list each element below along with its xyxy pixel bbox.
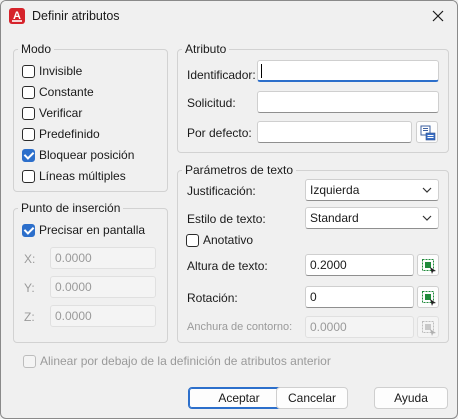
lineas-multiples-checkbox-box: [22, 169, 35, 183]
z-value: 0.0000: [55, 309, 92, 323]
ayuda-button[interactable]: Ayuda: [374, 387, 448, 409]
anotativo-checkbox-box: [186, 233, 199, 247]
justificacion-value: Izquierda: [310, 183, 360, 197]
precisar-label: Precisar en pantalla: [39, 223, 146, 237]
solicitud-input[interactable]: [257, 91, 439, 113]
lineas-multiples-checkbox[interactable]: Líneas múltiples: [22, 168, 126, 184]
anotativo-checkbox[interactable]: Anotativo: [186, 232, 253, 248]
pick-height-button[interactable]: [417, 254, 439, 276]
predefinido-label: Predefinido: [39, 127, 100, 141]
close-button[interactable]: [419, 1, 457, 31]
cancelar-button[interactable]: Cancelar: [276, 387, 348, 409]
estilo-texto-select[interactable]: Standard: [305, 207, 439, 229]
anchura-contorno-label: Anchura de contorno:: [187, 321, 293, 333]
anotativo-label: Anotativo: [203, 233, 254, 247]
anchura-contorno-value: 0.0000: [310, 320, 347, 334]
lineas-multiples-label: Líneas múltiples: [39, 169, 126, 183]
constante-checkbox[interactable]: Constante: [22, 84, 94, 100]
rotacion-value: 0: [310, 290, 317, 304]
invisible-label: Invisible: [39, 64, 83, 78]
alinear-checkbox[interactable]: Alinear por debajo de la definición de a…: [23, 353, 331, 369]
verificar-checkbox-box: [22, 106, 35, 120]
bloquear-posicion-label: Bloquear posición: [39, 148, 135, 162]
y-input[interactable]: 0.0000: [50, 276, 156, 298]
rotacion-input[interactable]: 0: [305, 286, 414, 308]
autocad-app-icon: A: [9, 8, 25, 24]
attribute-legend: Atributo: [182, 42, 230, 56]
x-label: X:: [24, 252, 36, 266]
bloquear-posicion-checkbox[interactable]: Bloquear posición: [22, 147, 134, 163]
rotacion-label: Rotación:: [187, 291, 238, 305]
close-icon: [432, 10, 444, 22]
invisible-checkbox[interactable]: Invisible: [22, 63, 82, 79]
por-defecto-input[interactable]: [257, 121, 412, 143]
pick-point-icon: [422, 259, 436, 274]
bloquear-posicion-checkbox-box: [22, 148, 35, 162]
z-label: Z:: [24, 310, 35, 324]
justificacion-select[interactable]: Izquierda: [305, 179, 439, 201]
z-input[interactable]: 0.0000: [50, 305, 156, 327]
verificar-checkbox[interactable]: Verificar: [22, 105, 82, 121]
altura-texto-label: Altura de texto:: [187, 259, 268, 273]
text-caret: [261, 64, 262, 78]
predefinido-checkbox[interactable]: Predefinido: [22, 126, 100, 142]
precisar-checkbox-box: [22, 223, 35, 237]
window-title: Definir atributos: [32, 9, 120, 23]
estilo-texto-label: Estilo de texto:: [187, 212, 266, 226]
alinear-label: Alinear por debajo de la definición de a…: [40, 354, 331, 368]
y-label: Y:: [24, 281, 35, 295]
constante-label: Constante: [39, 85, 94, 99]
estilo-texto-value: Standard: [310, 211, 359, 225]
pick-point-icon: [422, 291, 436, 306]
pick-rotation-button[interactable]: [417, 286, 439, 308]
justificacion-label: Justificación:: [187, 184, 256, 198]
insert-field-button[interactable]: [416, 121, 438, 143]
mode-legend: Modo: [18, 42, 55, 56]
chevron-down-icon: [422, 187, 432, 193]
identificador-label: Identificador:: [187, 68, 256, 82]
invisible-checkbox-box: [22, 64, 35, 78]
solicitud-label: Solicitud:: [187, 96, 236, 110]
identificador-input[interactable]: [257, 60, 439, 82]
precisar-en-pantalla-checkbox[interactable]: Precisar en pantalla: [22, 222, 145, 238]
aceptar-button[interactable]: Aceptar: [188, 387, 290, 409]
pick-point-icon: [422, 321, 436, 336]
por-defecto-label: Por defecto:: [187, 126, 252, 140]
anchura-contorno-input[interactable]: 0.0000: [305, 316, 414, 338]
constante-checkbox-box: [22, 85, 35, 99]
x-value: 0.0000: [55, 251, 92, 265]
text-settings-legend: Parámetros de texto: [182, 163, 297, 177]
chevron-down-icon: [422, 215, 432, 221]
y-value: 0.0000: [55, 280, 92, 294]
verificar-label: Verificar: [39, 106, 83, 120]
title-bar: A Definir atributos: [1, 1, 457, 33]
insertion-point-legend: Punto de inserción: [18, 201, 124, 215]
alinear-checkbox-box: [23, 354, 36, 368]
x-input[interactable]: 0.0000: [50, 247, 156, 269]
pick-width-button[interactable]: [417, 316, 439, 338]
altura-texto-input[interactable]: 0.2000: [305, 254, 414, 276]
define-attributes-dialog: A Definir atributos Modo Invisible Const…: [0, 0, 458, 419]
insert-field-icon: [420, 125, 436, 141]
predefinido-checkbox-box: [22, 127, 35, 141]
altura-texto-value: 0.2000: [310, 258, 347, 272]
